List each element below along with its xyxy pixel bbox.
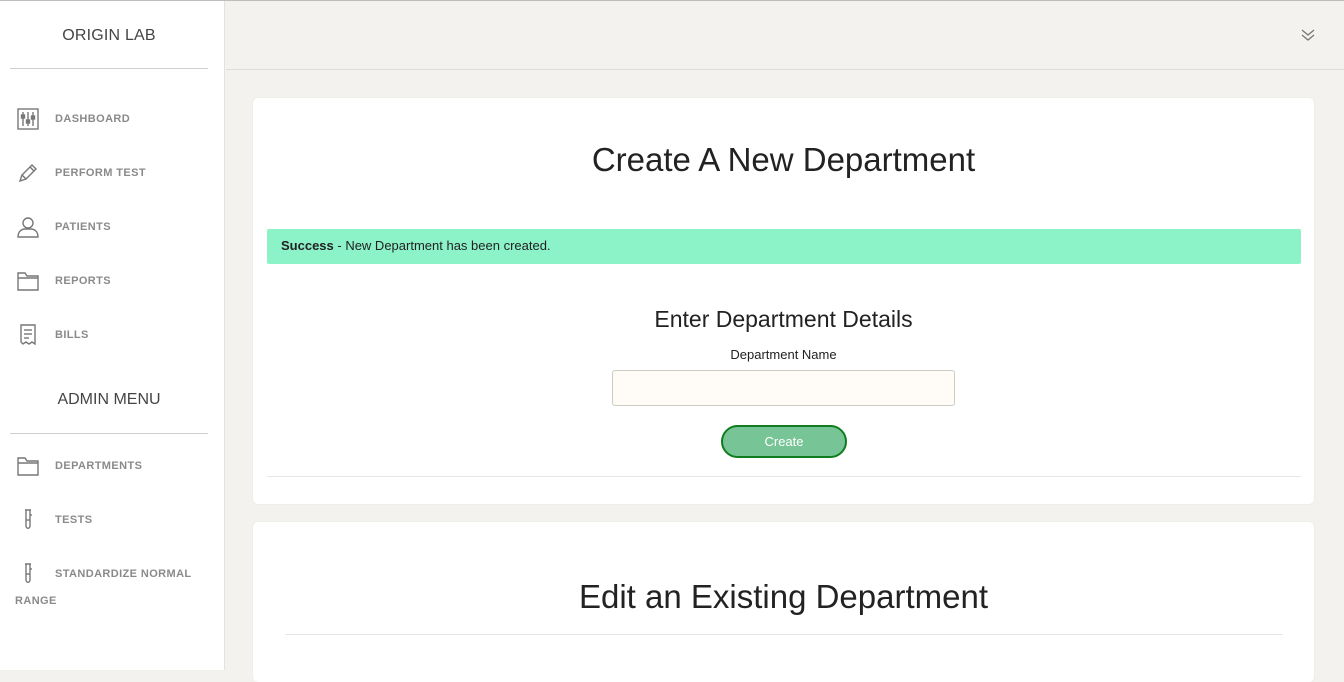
sidebar-item-label: DASHBOARD xyxy=(55,113,131,125)
sidebar-item-label: STANDARDIZE NORMAL xyxy=(55,568,192,580)
department-details-heading: Enter Department Details xyxy=(654,306,913,332)
sidebar: ORIGIN LAB DASHBOARD PERFORM TEST PATIEN… xyxy=(0,1,225,670)
brand-logo[interactable]: ORIGIN LAB xyxy=(10,1,208,69)
department-name-input[interactable] xyxy=(612,370,955,406)
sidebar-item-label: DEPARTMENTS xyxy=(55,460,143,472)
sidebar-item-label: PERFORM TEST xyxy=(55,167,146,179)
department-name-label: Department Name xyxy=(730,347,837,362)
folder-icon xyxy=(15,453,41,479)
sidebar-item-label: REPORTS xyxy=(55,275,111,287)
receipt-icon xyxy=(15,322,41,348)
sidebar-item-label: TESTS xyxy=(55,514,93,526)
create-button[interactable]: Create xyxy=(721,425,847,458)
edit-department-card: Edit an Existing Department xyxy=(253,522,1314,682)
sidebar-item-reports[interactable]: REPORTS xyxy=(15,267,111,295)
test-tube-icon xyxy=(15,507,41,533)
alert-message: - New Department has been created. xyxy=(333,238,551,253)
user-icon xyxy=(15,214,41,240)
sidebar-item-label-wrap[interactable]: RANGE xyxy=(15,595,57,607)
sidebar-item-dashboard[interactable]: DASHBOARD xyxy=(15,105,130,133)
admin-menu-title: ADMIN MENU xyxy=(10,383,208,434)
sidebar-item-departments[interactable]: DEPARTMENTS xyxy=(15,452,142,480)
sliders-icon xyxy=(15,106,41,132)
double-chevron-down-icon[interactable] xyxy=(1300,27,1316,43)
pencil-icon xyxy=(15,160,41,186)
test-tube-icon xyxy=(15,561,41,587)
divider xyxy=(267,476,1301,477)
success-alert: Success - New Department has been create… xyxy=(267,229,1301,264)
divider xyxy=(285,634,1283,635)
create-department-title: Create A New Department xyxy=(591,141,976,178)
folder-icon xyxy=(15,268,41,294)
sidebar-item-bills[interactable]: BILLS xyxy=(15,321,89,349)
sidebar-item-patients[interactable]: PATIENTS xyxy=(15,213,111,241)
sidebar-item-label: PATIENTS xyxy=(55,221,111,233)
top-bar xyxy=(226,1,1344,70)
sidebar-item-tests[interactable]: TESTS xyxy=(15,506,92,534)
sidebar-item-standardize-normal-range[interactable]: STANDARDIZE NORMAL xyxy=(15,560,192,588)
edit-department-title: Edit an Existing Department xyxy=(578,578,989,615)
sidebar-item-perform-test[interactable]: PERFORM TEST xyxy=(15,159,146,187)
alert-strong: Success xyxy=(281,238,334,253)
create-department-card: Create A New Department Success - New De… xyxy=(253,98,1314,504)
sidebar-item-label: BILLS xyxy=(55,329,89,341)
